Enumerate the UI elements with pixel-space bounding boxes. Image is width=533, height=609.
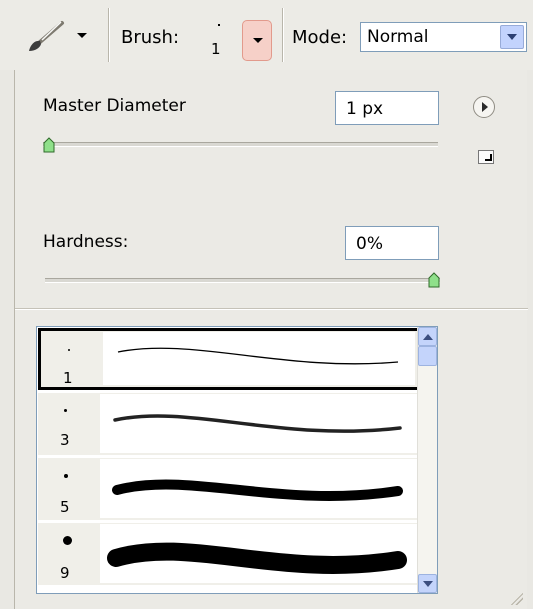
scrollbar[interactable] bbox=[417, 327, 437, 593]
toolbar-separator bbox=[282, 8, 283, 62]
scroll-up-icon[interactable] bbox=[418, 327, 437, 346]
brush-preset-list[interactable]: 1 3 5 9 bbox=[36, 326, 438, 594]
toolbar-separator bbox=[108, 8, 109, 62]
hardness-value: 0% bbox=[356, 234, 383, 254]
brush-size-label: 1 bbox=[63, 369, 73, 387]
resize-grip-icon[interactable] bbox=[511, 593, 523, 605]
brush-preview[interactable]: 1 bbox=[206, 20, 232, 62]
stroke-preview bbox=[103, 332, 415, 385]
brush-preset-item[interactable]: 5 bbox=[38, 458, 420, 520]
master-diameter-slider-thumb[interactable] bbox=[43, 137, 55, 153]
hardness-slider-thumb[interactable] bbox=[428, 272, 440, 288]
scroll-thumb[interactable] bbox=[418, 346, 437, 366]
master-diameter-value: 1 px bbox=[346, 99, 384, 119]
hardness-field[interactable]: 0% bbox=[345, 226, 439, 260]
brush-tip-dot bbox=[68, 349, 70, 351]
panel-menu-arrow-icon[interactable] bbox=[473, 96, 495, 118]
master-diameter-slider-track[interactable] bbox=[43, 142, 438, 147]
brush-tip-dot bbox=[63, 536, 72, 545]
brush-label: Brush: bbox=[121, 27, 180, 48]
stroke-preview bbox=[100, 459, 418, 518]
brush-picker-dropdown-button[interactable] bbox=[242, 20, 272, 61]
brush-tip-dot bbox=[64, 474, 68, 478]
hardness-label: Hardness: bbox=[43, 232, 129, 252]
master-diameter-label: Master Diameter bbox=[43, 96, 186, 116]
master-diameter-field[interactable]: 1 px bbox=[335, 91, 439, 125]
chevron-down-icon bbox=[253, 38, 263, 43]
brush-preset-item[interactable]: 1 bbox=[38, 328, 420, 390]
brush-preset-item[interactable]: 3 bbox=[38, 393, 420, 455]
options-bar: Brush: 1 Mode: Normal bbox=[0, 0, 533, 70]
stroke-preview bbox=[100, 524, 418, 583]
brush-tool-icon[interactable] bbox=[26, 20, 66, 54]
stroke-preview bbox=[100, 394, 418, 453]
mode-value: Normal bbox=[367, 27, 429, 47]
mode-dropdown-icon[interactable] bbox=[500, 25, 524, 49]
hardness-slider-track[interactable] bbox=[45, 278, 440, 283]
divider bbox=[15, 308, 528, 309]
tool-preset-dropdown-icon[interactable] bbox=[74, 27, 90, 43]
brush-preset-item[interactable]: 9 bbox=[38, 523, 420, 585]
brush-tip-dot bbox=[218, 24, 220, 26]
brush-size-label: 5 bbox=[60, 498, 70, 516]
brush-picker-panel: Master Diameter 1 px Hardness: 0% 1 3 5 … bbox=[14, 70, 528, 609]
mode-select[interactable]: Normal bbox=[360, 22, 527, 52]
brush-size-label: 1 bbox=[211, 40, 221, 58]
brush-size-label: 3 bbox=[60, 431, 70, 449]
brush-size-label: 9 bbox=[60, 564, 70, 582]
scroll-down-icon[interactable] bbox=[418, 574, 437, 593]
brush-tip-dot bbox=[64, 409, 67, 412]
save-preset-icon[interactable] bbox=[478, 150, 494, 164]
mode-label: Mode: bbox=[292, 27, 348, 48]
